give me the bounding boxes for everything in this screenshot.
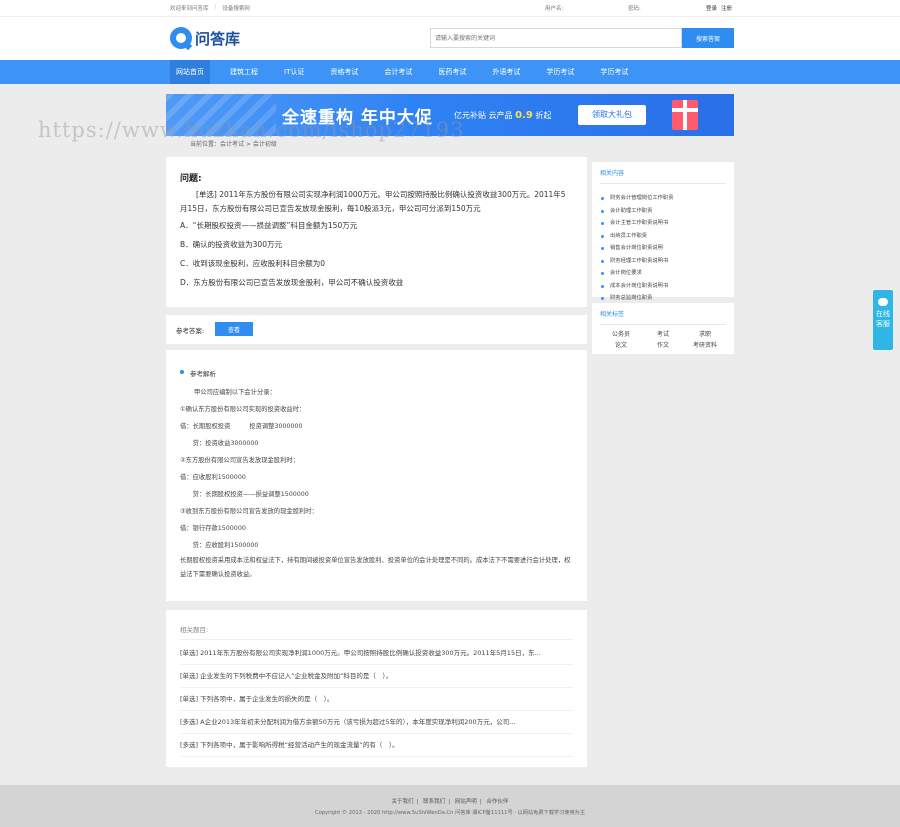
auth-links: 登录 注册 xyxy=(706,4,732,12)
banner-discount: 0.9 xyxy=(515,110,533,121)
username-label: 用户名: xyxy=(545,6,564,12)
tag-link[interactable]: 考研资料 xyxy=(684,340,726,351)
analysis-paragraph: 长期股权投资采用成本法和权益法下，持有期间被投资单位宣告发放股利、投资单位的会计… xyxy=(180,557,571,578)
tag-link[interactable]: 求职 xyxy=(684,329,726,340)
option-b: B．确认的投资收益为300万元 xyxy=(180,240,282,249)
footer-link-statement[interactable]: 网站声明 xyxy=(455,799,477,805)
logo-icon xyxy=(170,27,192,49)
nav-item-accounting[interactable]: 会计考试 xyxy=(378,60,418,84)
analysis-line: 贷：长期股权投资——损益调整1500000 xyxy=(180,491,309,498)
nav-item-construction[interactable]: 建筑工程 xyxy=(224,60,264,84)
sidebar-related-item[interactable]: 成本会计岗位职责说明书 xyxy=(600,280,726,293)
top-bar: 欢迎来到问答库 | 设备搜索网 用户名: 密码: 登录 注册 xyxy=(0,0,900,17)
search-button[interactable]: 搜索答案 xyxy=(682,28,734,48)
banner-subtext: 亿元补贴 云产品 0.9 折起 xyxy=(454,110,551,121)
gift-box-icon xyxy=(672,100,698,130)
analysis-line: ③收到东方股份有限公司宣告发放的现金股利时： xyxy=(180,508,318,515)
header: 问答库 搜索答案 xyxy=(0,17,900,60)
option-a: A．“长期股权投资——损益调整”科目金额为150万元 xyxy=(180,221,358,230)
site-logo[interactable]: 问答库 xyxy=(170,27,240,49)
footer-copyright: Copyright © 2013 - 2020 http://www.SuShi… xyxy=(314,810,586,816)
analysis-line: 借：应收股利1500000 xyxy=(180,474,246,481)
related-questions-title: 相关题目: xyxy=(180,624,573,640)
analysis-line: 借：长期股权投资 投资调整3000000 xyxy=(180,423,303,430)
related-question-item[interactable]: [单选] 下列各项中，属于企业发生的损失的是（ ）。 xyxy=(180,688,573,711)
tag-link[interactable]: 考试 xyxy=(642,329,684,340)
related-question-item[interactable]: [多选] A企业2013年年初未分配利润为借方余额50万元（该亏损为超过5年的）… xyxy=(180,711,573,734)
nav-item-degree-2[interactable]: 学历考试 xyxy=(594,60,634,84)
nav-item-it[interactable]: IT认证 xyxy=(278,60,310,84)
tag-link[interactable]: 公务员 xyxy=(600,329,642,340)
sidebar-tags-title: 相关标签 xyxy=(600,309,726,325)
sidebar-related-title: 相关内容 xyxy=(600,168,726,184)
divider: | xyxy=(214,4,217,10)
sidebar-related-item[interactable]: 销售会计岗位职责说明 xyxy=(600,242,726,255)
online-help-label: 在线客服 xyxy=(876,310,890,328)
related-question-item[interactable]: [单选] 企业发生的下列税费中不应记入“企业税金及附加”科目的是（ ）。 xyxy=(180,665,573,688)
analysis-line: ①确认东方股份有限公司实现的投资收益时： xyxy=(180,406,306,413)
main-nav: 网站首页 建筑工程 IT认证 资格考试 会计考试 医药考试 外语考试 学历考试 … xyxy=(0,60,900,84)
sidebar-related-item[interactable]: 会计主管工作职责说明书 xyxy=(600,217,726,230)
question-panel: 问题: [单选] 2011年东方股份有限公司实现净利润1000万元。甲公司按照持… xyxy=(166,157,587,307)
breadcrumb: 当前位置：会计考试 > 会计初级 xyxy=(190,141,277,148)
banner-cta-button[interactable]: 领取大礼包 xyxy=(578,105,646,125)
nav-item-qualification[interactable]: 资格考试 xyxy=(324,60,364,84)
analysis-line: 甲公司应编制以下会计分录： xyxy=(194,389,276,396)
analysis-panel: 参考解析 甲公司应编制以下会计分录： ①确认东方股份有限公司实现的投资收益时： … xyxy=(166,350,587,601)
related-questions-panel: 相关题目: [单选] 2011年东方股份有限公司实现净利润1000万元。甲公司按… xyxy=(166,610,587,767)
nav-item-medical[interactable]: 医药考试 xyxy=(432,60,472,84)
option-d: D．东方股份有限公司已宣告发放现金股利，甲公司不确认投资收益 xyxy=(180,278,404,287)
top-link-welcome[interactable]: 欢迎来到问答库 xyxy=(170,4,209,12)
related-question-item[interactable]: [单选] 2011年东方股份有限公司实现净利润1000万元。甲公司按照持股比例确… xyxy=(180,642,573,665)
tag-link[interactable]: 论文 xyxy=(600,340,642,351)
view-answer-button[interactable]: 查看 xyxy=(215,322,253,336)
search-input[interactable] xyxy=(430,28,682,48)
related-question-item[interactable]: [多选] 下列各项中，属于影响所得税“经营活动产生的现金流量”的有（ ）。 xyxy=(180,734,573,757)
nav-item-degree[interactable]: 学历考试 xyxy=(540,60,580,84)
login-link[interactable]: 登录 xyxy=(706,4,717,12)
sidebar-related-item[interactable]: 财务会计管理岗位工作职责 xyxy=(600,192,726,205)
option-c: C．收到该现金股利，应收股利科目余额为0 xyxy=(180,259,326,268)
footer-links: 关于我们 | 联系我们 | 网站声明 | 合作伙伴 xyxy=(391,799,509,805)
analysis-title: 参考解析 xyxy=(180,368,573,378)
nav-item-home[interactable]: 网站首页 xyxy=(170,60,210,84)
answer-label: 参考答案: xyxy=(176,327,205,335)
top-link-device[interactable]: 设备搜索网 xyxy=(222,4,250,12)
sidebar-related-item[interactable]: 财务经理工作职责说明书 xyxy=(600,255,726,268)
sidebar-related: 相关内容 财务会计管理岗位工作职责 会计助理工作职责 会计主管工作职责说明书 出… xyxy=(592,162,734,301)
analysis-line: 借：银行存款1500000 xyxy=(180,525,246,532)
search-bar: 搜索答案 xyxy=(430,28,734,48)
analysis-line: 贷：投资收益3000000 xyxy=(180,440,259,447)
password-label: 密码: xyxy=(628,6,641,12)
top-left-links: 欢迎来到问答库 | 设备搜索网 xyxy=(170,4,250,12)
online-help-button[interactable]: 在线客服 xyxy=(873,290,893,350)
tag-link[interactable]: 作文 xyxy=(642,340,684,351)
analysis-line: ②东方股份有限公司宣告发放现金股利时： xyxy=(180,457,299,464)
footer-link-contact[interactable]: 联系我们 xyxy=(423,799,445,805)
chat-icon xyxy=(878,298,888,306)
sidebar-related-item[interactable]: 会计助理工作职责 xyxy=(600,205,726,218)
question-body: [单选] 2011年东方股份有限公司实现净利润1000万元。甲公司按照持股比例确… xyxy=(180,190,566,213)
footer-link-partners[interactable]: 合作伙伴 xyxy=(486,799,508,805)
footer: 关于我们 | 联系我们 | 网站声明 | 合作伙伴 Copyright © 2013 … xyxy=(0,785,900,827)
banner-sub-suffix: 折起 xyxy=(535,111,552,120)
question-title: 问题: xyxy=(180,174,202,184)
sidebar-related-item[interactable]: 出纳员工作职责 xyxy=(600,230,726,243)
logo-text: 问答库 xyxy=(195,29,241,48)
footer-link-about[interactable]: 关于我们 xyxy=(392,799,414,805)
register-link[interactable]: 注册 xyxy=(721,4,732,12)
analysis-line: 贷：应收股利1500000 xyxy=(180,542,259,549)
nav-item-language[interactable]: 外语考试 xyxy=(486,60,526,84)
sidebar-related-item[interactable]: 会计岗位要求 xyxy=(600,267,726,280)
sidebar-tags: 相关标签 公务员 考试 求职 论文 作文 考研资料 xyxy=(592,303,734,354)
answer-bar: 参考答案: 查看 xyxy=(166,315,587,344)
